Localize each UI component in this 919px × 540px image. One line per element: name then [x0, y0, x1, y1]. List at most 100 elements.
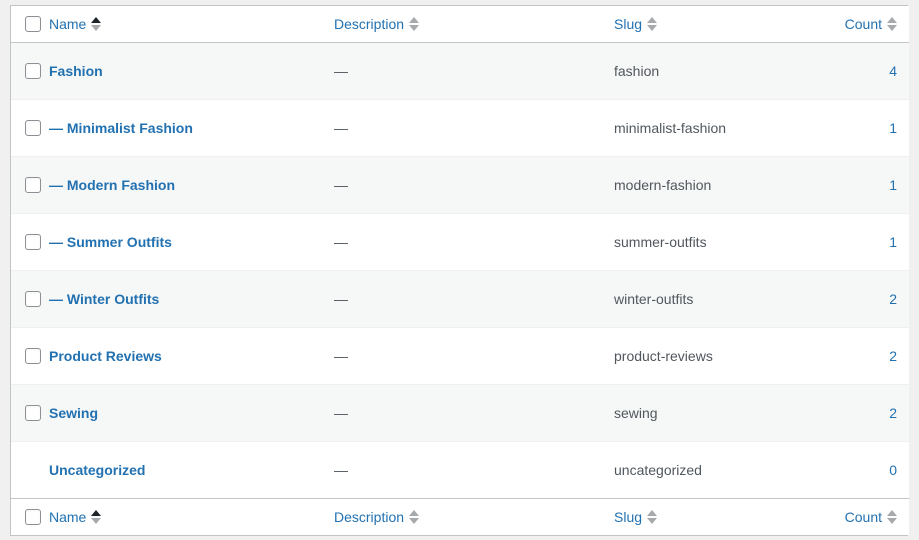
row-slug-cell: summer-outfits — [614, 213, 839, 271]
category-name-link[interactable]: Winter Outfits — [49, 291, 159, 307]
table-row: Summer Outfits — summer-outfits 1 — [11, 213, 909, 271]
sort-link-slug-bottom[interactable]: Slug — [614, 509, 658, 525]
table-row: Minimalist Fashion — minimalist-fashion 1 — [11, 99, 909, 157]
row-slug-cell: sewing — [614, 384, 839, 442]
sort-link-name-top[interactable]: Name — [49, 16, 102, 32]
sort-arrows-icon — [887, 17, 897, 31]
table-row: Winter Outfits — winter-outfits 2 — [11, 270, 909, 328]
row-select-cell — [11, 213, 49, 271]
row-count-cell: 4 — [839, 43, 909, 100]
table-body: Fashion — fashion 4 Minimalist Fashion — minim… — [11, 42, 909, 499]
category-count-link[interactable]: 1 — [889, 177, 897, 193]
category-description-text: — — [334, 291, 348, 307]
row-name-cell: Modern Fashion — [49, 156, 334, 214]
row-select-cell — [11, 43, 49, 100]
category-count-link[interactable]: 2 — [889, 348, 897, 364]
category-description-text: — — [334, 462, 348, 478]
category-name-link[interactable]: Fashion — [49, 63, 103, 79]
row-select-checkbox[interactable] — [25, 63, 41, 79]
sort-link-description-bottom[interactable]: Description — [334, 509, 420, 525]
row-slug-cell: uncategorized — [614, 441, 839, 499]
row-name-cell: Product Reviews — [49, 327, 334, 385]
category-description-text: — — [334, 177, 348, 193]
column-footer-name[interactable]: Name — [49, 498, 334, 535]
category-name-link[interactable]: Uncategorized — [49, 462, 145, 478]
row-select-cell — [11, 156, 49, 214]
chevron-down-icon — [887, 518, 897, 524]
row-select-checkbox[interactable] — [25, 291, 41, 307]
chevron-down-icon — [409, 518, 420, 524]
row-description-cell: — — [334, 156, 614, 214]
row-select-cell — [11, 384, 49, 442]
row-description-cell: — — [334, 213, 614, 271]
row-slug-cell: minimalist-fashion — [614, 99, 839, 157]
sort-link-description-top[interactable]: Description — [334, 16, 420, 32]
table-row: Product Reviews — product-reviews 2 — [11, 327, 909, 385]
column-header-name[interactable]: Name — [49, 6, 334, 43]
column-footer-slug-label: Slug — [614, 509, 643, 525]
table-header-row: Name Description Slug Count — [11, 6, 909, 43]
chevron-down-icon — [647, 25, 658, 31]
sort-arrows-icon — [887, 510, 897, 524]
category-name-link[interactable]: Summer Outfits — [49, 234, 172, 250]
sort-link-name-bottom[interactable]: Name — [49, 509, 102, 525]
row-name-cell: Summer Outfits — [49, 213, 334, 271]
column-header-description-label: Description — [334, 16, 405, 32]
sort-link-count-bottom[interactable]: Count — [845, 509, 897, 525]
chevron-up-icon — [647, 510, 658, 516]
sort-arrows-icon — [91, 510, 102, 524]
row-select-checkbox[interactable] — [25, 177, 41, 193]
row-name-cell: Minimalist Fashion — [49, 99, 334, 157]
category-slug-text: product-reviews — [614, 348, 713, 364]
row-select-cell — [11, 270, 49, 328]
row-count-cell: 1 — [839, 156, 909, 214]
category-count-link[interactable]: 0 — [889, 462, 897, 478]
row-select-checkbox[interactable] — [25, 405, 41, 421]
table-footer-row: Name Description Slug Count — [11, 498, 909, 535]
column-header-description[interactable]: Description — [334, 6, 614, 43]
sort-link-slug-top[interactable]: Slug — [614, 16, 658, 32]
column-header-count[interactable]: Count — [839, 6, 909, 43]
row-description-cell: — — [334, 270, 614, 328]
category-name-link[interactable]: Modern Fashion — [49, 177, 175, 193]
chevron-down-icon — [91, 518, 102, 524]
column-header-slug-label: Slug — [614, 16, 643, 32]
row-select-checkbox[interactable] — [25, 120, 41, 136]
select-all-footer-cell — [11, 498, 49, 535]
sort-arrows-icon — [91, 17, 102, 31]
chevron-up-icon — [91, 17, 102, 23]
row-count-cell: 1 — [839, 99, 909, 157]
category-count-link[interactable]: 1 — [889, 120, 897, 136]
row-select-checkbox[interactable] — [25, 348, 41, 364]
category-name-link[interactable]: Minimalist Fashion — [49, 120, 193, 136]
chevron-down-icon — [647, 518, 658, 524]
column-footer-count[interactable]: Count — [839, 498, 909, 535]
category-slug-text: winter-outfits — [614, 291, 694, 307]
category-count-link[interactable]: 2 — [889, 291, 897, 307]
sort-arrows-icon — [647, 17, 658, 31]
sort-link-count-top[interactable]: Count — [845, 16, 897, 32]
category-slug-text: minimalist-fashion — [614, 120, 727, 136]
row-select-cell — [11, 99, 49, 157]
category-count-link[interactable]: 4 — [889, 63, 897, 79]
category-count-link[interactable]: 2 — [889, 405, 897, 421]
select-all-checkbox-bottom[interactable] — [25, 509, 41, 525]
column-footer-slug[interactable]: Slug — [614, 498, 839, 535]
row-description-cell: — — [334, 441, 614, 499]
category-slug-text: modern-fashion — [614, 177, 712, 193]
category-slug-text: fashion — [614, 63, 660, 79]
column-header-count-label: Count — [844, 16, 882, 32]
column-footer-description-label: Description — [334, 509, 405, 525]
category-description-text: — — [334, 405, 348, 421]
column-header-slug[interactable]: Slug — [614, 6, 839, 43]
category-name-link[interactable]: Sewing — [49, 405, 98, 421]
column-footer-description[interactable]: Description — [334, 498, 614, 535]
row-count-cell: 2 — [839, 327, 909, 385]
row-name-cell: Uncategorized — [49, 441, 334, 499]
category-name-link[interactable]: Product Reviews — [49, 348, 162, 364]
table-row: Modern Fashion — modern-fashion 1 — [11, 156, 909, 214]
row-select-checkbox[interactable] — [25, 234, 41, 250]
select-all-header-cell — [11, 6, 49, 43]
select-all-checkbox-top[interactable] — [25, 16, 41, 32]
category-count-link[interactable]: 1 — [889, 234, 897, 250]
